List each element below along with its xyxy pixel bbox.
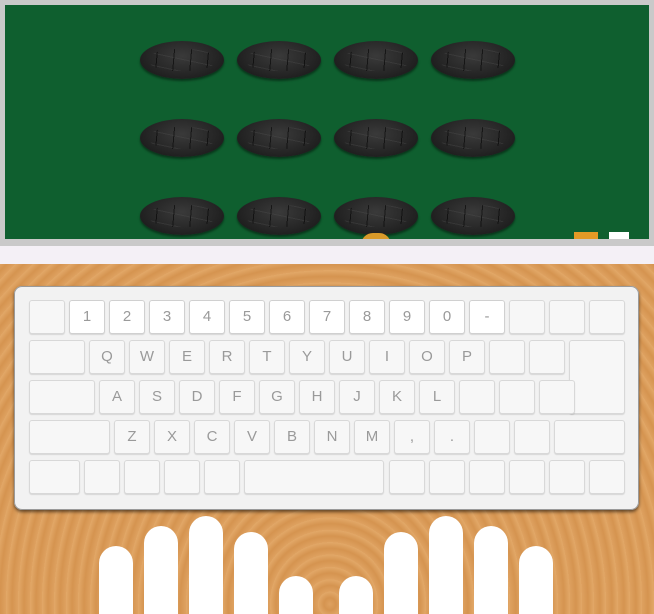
key-g[interactable]: G [259, 380, 295, 414]
key-comma[interactable]: , [394, 420, 430, 454]
key-0[interactable]: 0 [429, 300, 465, 334]
rock-hole[interactable] [334, 119, 418, 157]
key-semicolon[interactable] [459, 380, 495, 414]
key-alt-left[interactable] [204, 460, 240, 494]
key-7[interactable]: 7 [309, 300, 345, 334]
rock-hole[interactable] [237, 197, 321, 235]
key-p[interactable]: P [449, 340, 485, 374]
right-ring-finger [474, 526, 508, 614]
key-u[interactable]: U [329, 340, 365, 374]
key-option[interactable] [124, 460, 160, 494]
key-b[interactable]: B [274, 420, 310, 454]
key-3[interactable]: 3 [149, 300, 185, 334]
rock-hole[interactable] [140, 119, 224, 157]
key-blank[interactable] [549, 300, 585, 334]
key-8[interactable]: 8 [349, 300, 385, 334]
key-arrow-left[interactable] [469, 460, 505, 494]
key-l[interactable]: L [419, 380, 455, 414]
key-9[interactable]: 9 [389, 300, 425, 334]
key-alt-right[interactable] [389, 460, 425, 494]
game-board [0, 0, 654, 246]
key-t[interactable]: T [249, 340, 285, 374]
key-blank[interactable] [514, 420, 550, 454]
key-k[interactable]: K [379, 380, 415, 414]
key-n[interactable]: N [314, 420, 350, 454]
key-x[interactable]: X [154, 420, 190, 454]
rock-hole[interactable] [334, 41, 418, 79]
key-y[interactable]: Y [289, 340, 325, 374]
left-ring-finger [144, 526, 178, 614]
key-m[interactable]: M [354, 420, 390, 454]
key-arrow-down[interactable] [549, 460, 585, 494]
key-fn[interactable] [84, 460, 120, 494]
right-thumb [339, 576, 373, 614]
desk: 1 2 3 4 5 6 7 8 9 0 - Q W E R T Y U I O … [0, 264, 654, 614]
key-w[interactable]: W [129, 340, 165, 374]
key-arrow-up-down[interactable] [509, 460, 545, 494]
key-period[interactable]: . [434, 420, 470, 454]
key-ctrl-left[interactable] [29, 460, 80, 494]
key-a[interactable]: A [99, 380, 135, 414]
key-j[interactable]: J [339, 380, 375, 414]
play-field [5, 5, 649, 239]
rock-hole[interactable] [431, 119, 515, 157]
left-middle-finger [189, 516, 223, 614]
left-thumb [279, 576, 313, 614]
key-command-left[interactable] [164, 460, 200, 494]
key-d[interactable]: D [179, 380, 215, 414]
key-slash[interactable] [474, 420, 510, 454]
key-shift-left[interactable] [29, 420, 110, 454]
rock-hole[interactable] [334, 197, 418, 235]
key-o[interactable]: O [409, 340, 445, 374]
left-pinky-finger [99, 546, 133, 614]
key-enter[interactable] [569, 340, 625, 414]
key-command-right[interactable] [429, 460, 465, 494]
key-bracket-right[interactable] [529, 340, 565, 374]
key-blank[interactable] [29, 300, 65, 334]
rock-hole[interactable] [431, 197, 515, 235]
key-i[interactable]: I [369, 340, 405, 374]
rock-hole[interactable] [431, 41, 515, 79]
key-bracket-left[interactable] [489, 340, 525, 374]
status-indicator-orange [574, 232, 598, 239]
key-r[interactable]: R [209, 340, 245, 374]
key-shift-right[interactable] [554, 420, 625, 454]
rock-hole[interactable] [140, 41, 224, 79]
rock-hole[interactable] [237, 41, 321, 79]
right-middle-finger [429, 516, 463, 614]
key-blank[interactable] [589, 300, 625, 334]
right-pinky-finger [519, 546, 553, 614]
keyboard: 1 2 3 4 5 6 7 8 9 0 - Q W E R T Y U I O … [14, 286, 639, 510]
key-arrow-right[interactable] [589, 460, 625, 494]
key-h[interactable]: H [299, 380, 335, 414]
key-tab[interactable] [29, 340, 85, 374]
key-v[interactable]: V [234, 420, 270, 454]
key-quote[interactable] [499, 380, 535, 414]
key-c[interactable]: C [194, 420, 230, 454]
left-index-finger [234, 532, 268, 614]
key-minus[interactable]: - [469, 300, 505, 334]
key-caps-lock[interactable] [29, 380, 95, 414]
key-5[interactable]: 5 [229, 300, 265, 334]
key-6[interactable]: 6 [269, 300, 305, 334]
rock-hole[interactable] [237, 119, 321, 157]
rock-hole[interactable] [140, 197, 224, 235]
key-q[interactable]: Q [89, 340, 125, 374]
right-index-finger [384, 532, 418, 614]
key-e[interactable]: E [169, 340, 205, 374]
key-backslash[interactable] [539, 380, 575, 414]
status-indicator-white [609, 232, 629, 239]
key-2[interactable]: 2 [109, 300, 145, 334]
key-1[interactable]: 1 [69, 300, 105, 334]
key-4[interactable]: 4 [189, 300, 225, 334]
key-f[interactable]: F [219, 380, 255, 414]
key-space[interactable] [244, 460, 384, 494]
key-z[interactable]: Z [114, 420, 150, 454]
key-s[interactable]: S [139, 380, 175, 414]
key-blank[interactable] [509, 300, 545, 334]
